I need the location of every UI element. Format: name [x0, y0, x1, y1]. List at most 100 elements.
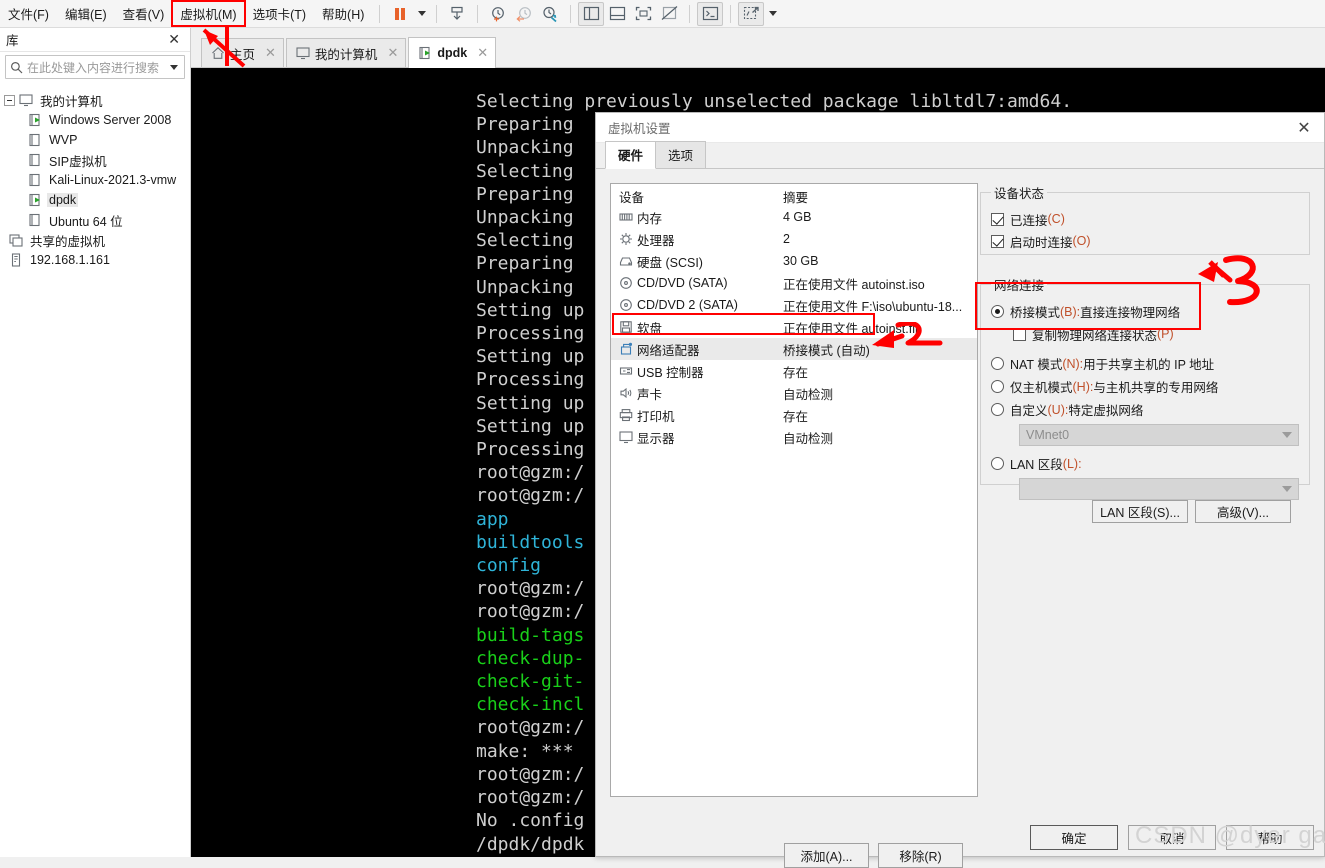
device-row[interactable]: 声卡 自动检测: [611, 382, 977, 404]
add-device-button[interactable]: 添加(A)...: [784, 843, 869, 868]
radio-nat-row[interactable]: NAT 模式(N): 用于共享主机的 IP 地址: [991, 352, 1299, 375]
tab-close-icon[interactable]: ✕: [477, 45, 488, 61]
dialog-close-icon[interactable]: ✕: [1284, 118, 1324, 138]
connected-mnemonic: (C): [1048, 212, 1065, 226]
library-tree-item[interactable]: Kali-Linux-2021.3-vmw: [0, 170, 190, 190]
chevron-down-icon[interactable]: [170, 65, 178, 70]
floppy-icon: [619, 320, 633, 334]
power-dropdown-icon[interactable]: [413, 2, 429, 26]
tab-close-icon[interactable]: ✕: [265, 45, 276, 61]
radio-lansegment[interactable]: [991, 457, 1004, 470]
unity-mode-icon[interactable]: [656, 2, 682, 26]
vm-settings-dialog: 虚拟机设置 ✕ 硬件 选项 设备 摘要 内存4 GB处理器2硬盘 (SCSI)3…: [595, 112, 1325, 857]
screenshot-icon[interactable]: [738, 2, 764, 26]
menu-file[interactable]: 文件(F): [0, 1, 57, 26]
library-header: 库 ✕: [0, 28, 190, 52]
library-tree-item[interactable]: 192.168.1.161: [0, 250, 190, 270]
radio-nat[interactable]: [991, 357, 1004, 370]
device-row[interactable]: 打印机存在: [611, 404, 977, 426]
radio-bridged-row[interactable]: 桥接模式(B): 直接连接物理网络: [991, 300, 1299, 323]
device-summary-cell: 正在使用文件 autoinst.flp: [783, 318, 977, 337]
library-tree-item-label: Windows Server 2008: [47, 113, 173, 127]
device-row[interactable]: USB 控制器存在: [611, 360, 977, 382]
toolbar-divider-5: [689, 5, 690, 23]
library-tree-item[interactable]: WVP: [0, 130, 190, 150]
custom-network-value: VMnet0: [1026, 428, 1282, 442]
device-row[interactable]: 硬盘 (SCSI)30 GB: [611, 250, 977, 272]
connect-at-poweron-checkbox-row[interactable]: 启动时连接(O): [991, 230, 1299, 252]
tab-hardware[interactable]: 硬件: [605, 141, 656, 169]
radio-custom[interactable]: [991, 403, 1004, 416]
device-list[interactable]: 设备 摘要 内存4 GB处理器2硬盘 (SCSI)30 GBCD/DVD (SA…: [610, 183, 978, 797]
connected-checkbox[interactable]: [991, 213, 1004, 226]
library-tree-item[interactable]: Ubuntu 64 位: [0, 210, 190, 230]
tab-strip: 主页✕我的计算机✕dpdk✕: [191, 28, 1325, 68]
device-row[interactable]: CD/DVD (SATA)正在使用文件 autoinst.iso: [611, 272, 977, 294]
remove-device-button[interactable]: 移除(R): [878, 843, 963, 868]
menu-view[interactable]: 查看(V): [115, 1, 173, 26]
device-row[interactable]: 内存4 GB: [611, 206, 977, 228]
search-input[interactable]: 在此处键入内容进行搜索: [5, 55, 185, 79]
snapshot-revert-icon[interactable]: [511, 2, 537, 26]
tab-my-computer[interactable]: 我的计算机✕: [286, 38, 406, 67]
tab-options[interactable]: 选项: [655, 141, 706, 168]
library-tree-item[interactable]: Windows Server 2008: [0, 110, 190, 130]
tab-close-icon[interactable]: ✕: [387, 45, 398, 61]
lan-segments-button[interactable]: LAN 区段(S)...: [1092, 500, 1188, 523]
dialog-title-bar: 虚拟机设置 ✕: [596, 113, 1324, 143]
show-console-view-icon[interactable]: [604, 2, 630, 26]
radio-bridged[interactable]: [991, 305, 1004, 318]
snapshot-manager-icon[interactable]: [537, 2, 563, 26]
custom-network-select[interactable]: VMnet0: [1019, 424, 1299, 446]
menu-help[interactable]: 帮助(H): [314, 1, 372, 26]
lansegment-select[interactable]: [1019, 478, 1299, 500]
device-row[interactable]: 显示器自动检测: [611, 426, 977, 448]
device-row[interactable]: CD/DVD 2 (SATA)正在使用文件 F:\iso\ubuntu-18..…: [611, 294, 977, 316]
device-status-legend: 设备状态: [991, 183, 1047, 202]
device-row[interactable]: 网络适配器桥接模式 (自动): [611, 338, 977, 360]
cancel-button[interactable]: 取消: [1128, 825, 1216, 850]
device-name-cell: 声卡: [611, 384, 783, 403]
take-snapshot-icon[interactable]: [444, 2, 470, 26]
replicate-state-checkbox-row[interactable]: 复制物理网络连接状态(P): [991, 323, 1299, 345]
show-library-icon[interactable]: [578, 2, 604, 26]
radio-hostonly[interactable]: [991, 380, 1004, 393]
chevron-down-icon: [1282, 486, 1292, 492]
pause-icon[interactable]: [387, 2, 413, 26]
menu-tabs[interactable]: 选项卡(T): [245, 1, 314, 26]
device-summary-cell: 30 GB: [783, 254, 977, 268]
screenshot-dropdown-icon[interactable]: [764, 2, 780, 26]
radio-lansegment-row[interactable]: LAN 区段(L):: [991, 452, 1299, 475]
radio-hostonly-row[interactable]: 仅主机模式(H): 与主机共享的专用网络: [991, 375, 1299, 398]
device-summary-cell: 自动检测: [783, 384, 977, 403]
library-tree-item[interactable]: dpdk: [0, 190, 190, 210]
expander-icon[interactable]: [4, 95, 15, 106]
help-button[interactable]: 帮助: [1226, 825, 1314, 850]
close-icon[interactable]: ✕: [164, 31, 184, 48]
column-header-device: 设备: [611, 187, 783, 206]
radio-custom-row[interactable]: 自定义(U): 特定虚拟网络: [991, 398, 1299, 421]
display-icon: [619, 430, 633, 444]
advanced-button[interactable]: 高级(V)...: [1195, 500, 1291, 523]
device-name-cell: CD/DVD (SATA): [611, 276, 783, 290]
tab-dpdk[interactable]: dpdk✕: [408, 37, 496, 68]
ok-button[interactable]: 确定: [1030, 825, 1118, 850]
library-tree-item[interactable]: SIP虚拟机: [0, 150, 190, 170]
device-name-label: 声卡: [637, 384, 662, 403]
device-name-cell: 软盘: [611, 318, 783, 337]
snapshot-add-icon[interactable]: [485, 2, 511, 26]
tab-label: 主页: [230, 44, 255, 63]
toolbar-divider-6: [730, 5, 731, 23]
connect-at-poweron-checkbox[interactable]: [991, 235, 1004, 248]
fullscreen-icon[interactable]: [630, 2, 656, 26]
device-row[interactable]: 处理器2: [611, 228, 977, 250]
menu-vm[interactable]: 虚拟机(M): [172, 1, 244, 26]
library-tree-item[interactable]: 我的计算机: [0, 90, 190, 110]
replicate-state-checkbox[interactable]: [1013, 328, 1026, 341]
tab-home[interactable]: 主页 ✕: [201, 38, 284, 67]
console-terminal-icon[interactable]: [697, 2, 723, 26]
library-tree-item[interactable]: 共享的虚拟机: [0, 230, 190, 250]
device-row[interactable]: 软盘正在使用文件 autoinst.flp: [611, 316, 977, 338]
menu-edit[interactable]: 编辑(E): [57, 1, 115, 26]
connected-checkbox-row[interactable]: 已连接(C): [991, 208, 1299, 230]
